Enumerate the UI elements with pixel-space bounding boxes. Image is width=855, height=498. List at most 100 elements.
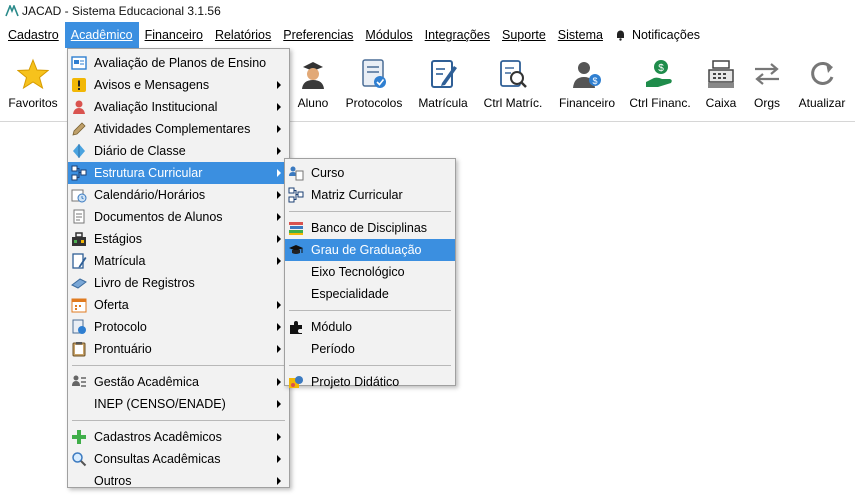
menu-label: Acadêmico [70, 28, 133, 42]
evaluation-icon [71, 99, 87, 115]
menu-cadastro[interactable]: Cadastro [2, 22, 65, 48]
submenu-arrow-icon [277, 477, 281, 485]
toolbar-label: Caixa [705, 96, 737, 110]
clipboard-icon [71, 341, 87, 357]
menu-bar: Cadastro Acadêmico Financeiro Relatórios… [0, 22, 855, 48]
menu-item-diario-classe[interactable]: Diário de Classe [68, 140, 289, 162]
refresh-icon [804, 56, 840, 92]
toolbar-financeiro-button[interactable]: $ Financeiro [556, 56, 618, 116]
course-icon [288, 165, 304, 181]
swap-arrows-icon [749, 56, 785, 92]
plan-icon [71, 55, 87, 71]
toolbar-ctrl-financ-button[interactable]: $ Ctrl Financ. [626, 56, 694, 116]
submenu-item-especialidade[interactable]: Especialidade [285, 283, 455, 305]
menu-preferencias[interactable]: Preferencias [277, 22, 359, 48]
submenu-item-label: Grau de Graduação [311, 243, 422, 257]
menu-item-label: Documentos de Alunos [94, 210, 223, 224]
submenu-item-projeto-didatico[interactable]: Projeto Didático [285, 371, 455, 393]
menu-item-cadastros-academicos[interactable]: Cadastros Acadêmicos [68, 426, 289, 448]
protocol-icon [71, 319, 87, 335]
submenu-item-periodo[interactable]: Período [285, 338, 455, 360]
menu-item-matricula[interactable]: Matrícula [68, 250, 289, 272]
submenu-item-label: Projeto Didático [311, 375, 400, 389]
menu-item-prontuario[interactable]: Prontuário [68, 338, 289, 360]
toolbar-orgs-button[interactable]: Orgs [748, 56, 786, 116]
submenu-item-curso[interactable]: Curso [285, 162, 455, 184]
menu-item-label: Livro de Registros [94, 276, 195, 290]
submenu-arrow-icon [277, 169, 281, 177]
menu-item-avaliacao-planos[interactable]: Avaliação de Planos de Ensino [68, 52, 289, 74]
submenu-arrow-icon [277, 125, 281, 133]
book-icon [71, 275, 87, 291]
submenu-item-grau-graduacao[interactable]: Grau de Graduação [285, 239, 455, 261]
enrollment-icon [425, 56, 461, 92]
toolbar-ctrl-matric-button[interactable]: Ctrl Matríc. [482, 56, 544, 116]
diary-icon [71, 143, 87, 159]
toolbar-label: Ctrl Matríc. [483, 96, 543, 110]
toolbar-aluno-button[interactable]: Aluno [292, 56, 334, 116]
menu-relatorios[interactable]: Relatórios [209, 22, 277, 48]
menu-item-livro-registros[interactable]: Livro de Registros [68, 272, 289, 294]
submenu-item-matriz-curricular[interactable]: Matriz Curricular [285, 184, 455, 206]
search-icon [71, 451, 87, 467]
menu-separator [72, 365, 285, 366]
toolbar-label: Matrícula [418, 96, 468, 110]
menu-item-estagios[interactable]: Estágios [68, 228, 289, 250]
menu-integracoes[interactable]: Integrações [419, 22, 496, 48]
project-icon [288, 374, 304, 390]
enrollment-control-icon [495, 56, 531, 92]
menu-item-gestao-academica[interactable]: Gestão Acadêmica [68, 371, 289, 393]
menu-item-calendario-horarios[interactable]: Calendário/Horários [68, 184, 289, 206]
menu-label: Cadastro [8, 28, 59, 42]
submenu-item-banco-disciplinas[interactable]: Banco de Disciplinas [285, 217, 455, 239]
submenu-item-modulo[interactable]: Módulo [285, 316, 455, 338]
submenu-arrow-icon [277, 81, 281, 89]
submenu-item-label: Período [311, 342, 355, 356]
menu-suporte[interactable]: Suporte [496, 22, 552, 48]
menu-item-consultas-academicas[interactable]: Consultas Acadêmicas [68, 448, 289, 470]
finance-user-icon: $ [569, 56, 605, 92]
submenu-item-label: Especialidade [311, 287, 389, 301]
menu-label: Relatórios [214, 28, 272, 42]
structure-icon [71, 165, 87, 181]
menu-notificacoes[interactable]: Notificações [609, 22, 706, 48]
menu-item-atividades-complementares[interactable]: Atividades Complementares [68, 118, 289, 140]
menu-item-estrutura-curricular[interactable]: Estrutura Curricular [68, 162, 289, 184]
bell-icon [616, 30, 624, 41]
menu-item-inep[interactable]: INEP (CENSO/ENADE) [68, 393, 289, 415]
menu-item-label: Protocolo [94, 320, 147, 334]
menu-item-label: Outros [94, 474, 132, 488]
submenu-arrow-icon [277, 345, 281, 353]
calendar-clock-icon [71, 187, 87, 203]
graduation-cap-icon [288, 242, 304, 258]
menu-financeiro[interactable]: Financeiro [139, 22, 209, 48]
submenu-arrow-icon [277, 323, 281, 331]
star-icon [15, 56, 51, 92]
toolbar-favoritos-button[interactable]: Favoritos [6, 56, 60, 116]
menu-modulos[interactable]: Módulos [359, 22, 418, 48]
toolbar-label: Financeiro [558, 96, 616, 110]
toolbar-atualizar-button[interactable]: Atualizar [794, 56, 850, 116]
menu-item-avaliacao-institucional[interactable]: Avaliação Institucional [68, 96, 289, 118]
menu-sistema[interactable]: Sistema [552, 22, 609, 48]
toolbar-matricula-button[interactable]: Matrícula [414, 56, 472, 116]
menu-item-avisos-mensagens[interactable]: Avisos e Mensagens [68, 74, 289, 96]
toolbar-label: Ctrl Financ. [629, 96, 691, 110]
submenu-item-eixo-tecnologico[interactable]: Eixo Tecnológico [285, 261, 455, 283]
notifications-label: Notificações [631, 28, 701, 42]
menu-separator [72, 420, 285, 421]
window-title: JACAD - Sistema Educacional 3.1.56 [22, 4, 221, 18]
menu-academico[interactable]: Acadêmico [64, 22, 139, 48]
menu-label: Módulos [365, 28, 413, 42]
submenu-item-label: Banco de Disciplinas [311, 221, 428, 235]
menu-item-outros[interactable]: Outros [68, 470, 289, 492]
menu-item-documentos-alunos[interactable]: Documentos de Alunos [68, 206, 289, 228]
toolbar-caixa-button[interactable]: Caixa [702, 56, 740, 116]
menu-item-label: Gestão Acadêmica [94, 375, 199, 389]
finance-control-icon: $ [642, 56, 678, 92]
menu-item-oferta[interactable]: Oferta [68, 294, 289, 316]
menu-item-protocolo[interactable]: Protocolo [68, 316, 289, 338]
student-icon [295, 56, 331, 92]
toolbar-protocolos-button[interactable]: Protocolos [342, 56, 406, 116]
submenu-item-label: Curso [311, 166, 345, 180]
